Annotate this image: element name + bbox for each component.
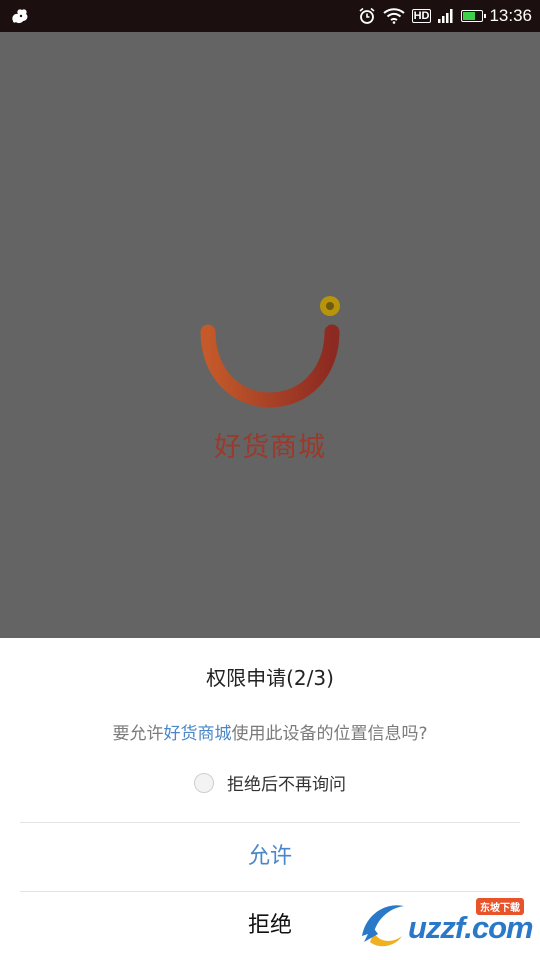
dont-ask-again-checkbox[interactable]: 拒绝后不再询问 (0, 770, 540, 795)
checkbox-label: 拒绝后不再询问 (227, 775, 346, 795)
message-suffix: 使用此设备的位置信息吗? (231, 724, 428, 744)
brand-logo-icon (200, 296, 340, 408)
status-bar: HD 13:36 (0, 0, 540, 32)
status-time: 13:36 (489, 6, 532, 25)
battery-level (463, 12, 476, 20)
watermark-badge: 东坡下载 (476, 898, 524, 915)
checkbox-circle-icon[interactable] (194, 772, 214, 793)
message-prefix: 要允许 (112, 724, 164, 744)
alarm-icon (359, 7, 375, 24)
message-app-name: 好货商城 (163, 724, 232, 744)
brand-name: 好货商城 (214, 432, 326, 463)
signal-icon (438, 9, 453, 23)
splash-screen: 好货商城 (0, 32, 540, 638)
allow-button[interactable]: 允许 (20, 823, 520, 891)
site-watermark: uzzf.com 东坡下载 (356, 896, 536, 952)
watermark-text: uzzf.com (408, 910, 534, 945)
dialog-message: 要允许好货商城使用此设备的位置信息吗? (0, 719, 540, 744)
wifi-icon (382, 8, 405, 24)
watermark-logo-icon (362, 905, 404, 947)
squirrel-app-icon (12, 9, 28, 24)
battery-icon (461, 10, 487, 22)
hd-icon: HD (411, 9, 432, 23)
dialog-title: 权限申请(2/3) (206, 666, 334, 690)
